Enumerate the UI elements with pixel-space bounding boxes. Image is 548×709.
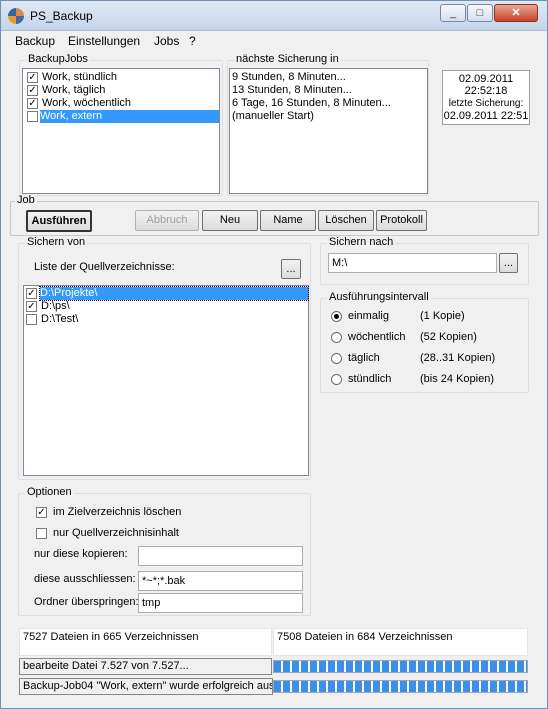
job-checkbox-2[interactable]: ✓ <box>27 85 38 96</box>
skip-folder-input[interactable]: tmp <box>138 593 303 613</box>
interval-group: Ausführungsintervall einmalig (1 Kopie) … <box>320 291 529 393</box>
source-list-label: Liste der Quellverzeichnisse: <box>34 261 175 273</box>
interval-option-label[interactable]: stündlich <box>348 373 391 385</box>
only-content-checkbox[interactable] <box>36 528 47 539</box>
only-copy-input[interactable] <box>138 546 303 566</box>
interval-radio-daily[interactable] <box>331 353 342 364</box>
target-group: Sichern nach M:\ ... <box>320 236 529 285</box>
menu-bar: Backup Einstellungen Jobs ? <box>1 31 547 51</box>
interval-option-info: (28..31 Kopien) <box>420 352 496 364</box>
interval-label: Ausführungsintervall <box>327 291 431 303</box>
source-item-selected[interactable]: D:\Projekte\ <box>39 286 309 301</box>
stats-left-panel: 7527 Dateien in 665 Verzeichnissen <box>19 628 272 656</box>
options-label: Optionen <box>25 486 74 498</box>
interval-option-label[interactable]: wöchentlich <box>348 331 405 343</box>
next-backup-item: (manueller Start) <box>232 110 314 122</box>
interval-radio-once[interactable] <box>331 311 342 322</box>
progress-bar-2 <box>273 680 528 693</box>
skip-folder-label: Ordner überspringen: <box>34 596 139 608</box>
interval-option-info: (bis 24 Kopien) <box>420 373 494 385</box>
options-group: Optionen ✓ im Zielverzeichnis löschen nu… <box>18 486 311 616</box>
source-list[interactable]: ✓ D:\Projekte\ ✓ D:\ps\ D:\Test\ <box>23 285 309 476</box>
status-file: bearbeite Datei 7.527 von 7.527... <box>19 658 272 675</box>
backup-jobs-label: BackupJobs <box>26 53 90 65</box>
title-bar: PS_Backup _ □ ✕ <box>1 1 547 31</box>
abort-button[interactable]: Abbruch <box>135 210 199 231</box>
progress-bar-1 <box>273 660 528 673</box>
next-backup-item: 6 Tage, 16 Stunden, 8 Minuten... <box>232 97 391 109</box>
menu-einstellungen[interactable]: Einstellungen <box>68 34 140 48</box>
target-browse-button[interactable]: ... <box>499 253 518 273</box>
source-label: Sichern von <box>25 236 88 248</box>
job-checkbox-3[interactable]: ✓ <box>27 98 38 109</box>
job-item-selected[interactable]: Work, extern <box>40 110 219 123</box>
source-checkbox-2[interactable]: ✓ <box>26 301 37 312</box>
backup-jobs-list[interactable]: ✓ Work, stündlich ✓ Work, täglich ✓ Work… <box>22 68 220 194</box>
only-content-label[interactable]: nur Quellverzeichnisinhalt <box>53 527 179 539</box>
job-item[interactable]: Work, wöchentlich <box>42 97 131 110</box>
job-checkbox-4[interactable] <box>27 111 38 122</box>
source-browse-button[interactable]: ... <box>281 259 301 279</box>
job-label: Job <box>15 194 37 206</box>
status-message: Backup-Job04 "Work, extern" wurde erfolg… <box>19 678 273 695</box>
next-backup-list: 9 Stunden, 8 Minuten... 13 Stunden, 8 Mi… <box>229 68 428 194</box>
delete-in-target-label[interactable]: im Zielverzeichnis löschen <box>53 506 181 518</box>
stats-left: 7527 Dateien in 665 Verzeichnissen <box>23 631 199 643</box>
log-button[interactable]: Protokoll <box>376 210 427 231</box>
interval-option-info: (1 Kopie) <box>420 310 465 322</box>
progress-fill-1 <box>274 661 527 672</box>
stats-right-panel: 7508 Dateien in 684 Verzeichnissen <box>273 628 528 656</box>
job-checkbox-1[interactable]: ✓ <box>27 72 38 83</box>
clock-panel: 02.09.2011 22:52:18 letzte Sicherung: 02… <box>442 70 530 125</box>
window-title: PS_Backup <box>30 9 93 23</box>
clock-date: 02.09.2011 <box>458 73 514 85</box>
next-backup-label: nächste Sicherung in <box>234 53 341 65</box>
app-window: PS_Backup _ □ ✕ Backup Einstellungen Job… <box>0 0 548 709</box>
run-button[interactable]: Ausführen <box>26 210 92 232</box>
delete-button[interactable]: Löschen <box>318 210 374 231</box>
exclude-input[interactable]: *~*;*.bak <box>138 571 303 591</box>
job-group: Job Ausführen Abbruch Neu Name Löschen P… <box>10 194 539 236</box>
job-item[interactable]: Work, stündlich <box>42 71 117 84</box>
target-input[interactable]: M:\ <box>328 253 497 273</box>
next-backup-group: nächste Sicherung in 9 Stunden, 8 Minute… <box>227 53 429 196</box>
maximize-button[interactable]: □ <box>467 4 493 22</box>
job-item[interactable]: Work, täglich <box>42 84 105 97</box>
target-label: Sichern nach <box>327 236 396 248</box>
last-backup-label: letzte Sicherung: <box>448 98 524 109</box>
menu-help[interactable]: ? <box>189 34 196 48</box>
progress-fill-2 <box>274 681 527 692</box>
menu-backup[interactable]: Backup <box>15 34 55 48</box>
interval-radio-hourly[interactable] <box>331 374 342 385</box>
new-button[interactable]: Neu <box>202 210 258 231</box>
clock-time: 22:52:18 <box>464 85 508 97</box>
interval-option-info: (52 Kopien) <box>420 331 477 343</box>
menu-jobs[interactable]: Jobs <box>154 34 179 48</box>
exclude-label: diese ausschliessen: <box>34 573 136 585</box>
app-icon <box>8 8 24 24</box>
close-button[interactable]: ✕ <box>494 4 538 22</box>
source-group: Sichern von Liste der Quellverzeichnisse… <box>18 236 311 480</box>
delete-in-target-checkbox[interactable]: ✓ <box>36 507 47 518</box>
source-checkbox-1[interactable]: ✓ <box>26 288 37 299</box>
source-item[interactable]: D:\Test\ <box>41 313 78 326</box>
interval-option-label[interactable]: täglich <box>348 352 380 364</box>
interval-option-label[interactable]: einmalig <box>348 310 389 322</box>
last-backup-value: 02.09.2011 22:51 <box>443 110 529 122</box>
backup-jobs-group: BackupJobs ✓ Work, stündlich ✓ Work, täg… <box>19 53 223 196</box>
source-item[interactable]: D:\ps\ <box>41 300 70 313</box>
stats-right: 7508 Dateien in 684 Verzeichnissen <box>277 631 453 643</box>
source-checkbox-3[interactable] <box>26 314 37 325</box>
interval-radio-weekly[interactable] <box>331 332 342 343</box>
name-button[interactable]: Name <box>260 210 316 231</box>
minimize-button[interactable]: _ <box>440 4 466 22</box>
only-copy-label: nur diese kopieren: <box>34 548 128 560</box>
next-backup-item: 13 Stunden, 8 Minuten... <box>232 84 352 96</box>
next-backup-item: 9 Stunden, 8 Minuten... <box>232 71 346 83</box>
